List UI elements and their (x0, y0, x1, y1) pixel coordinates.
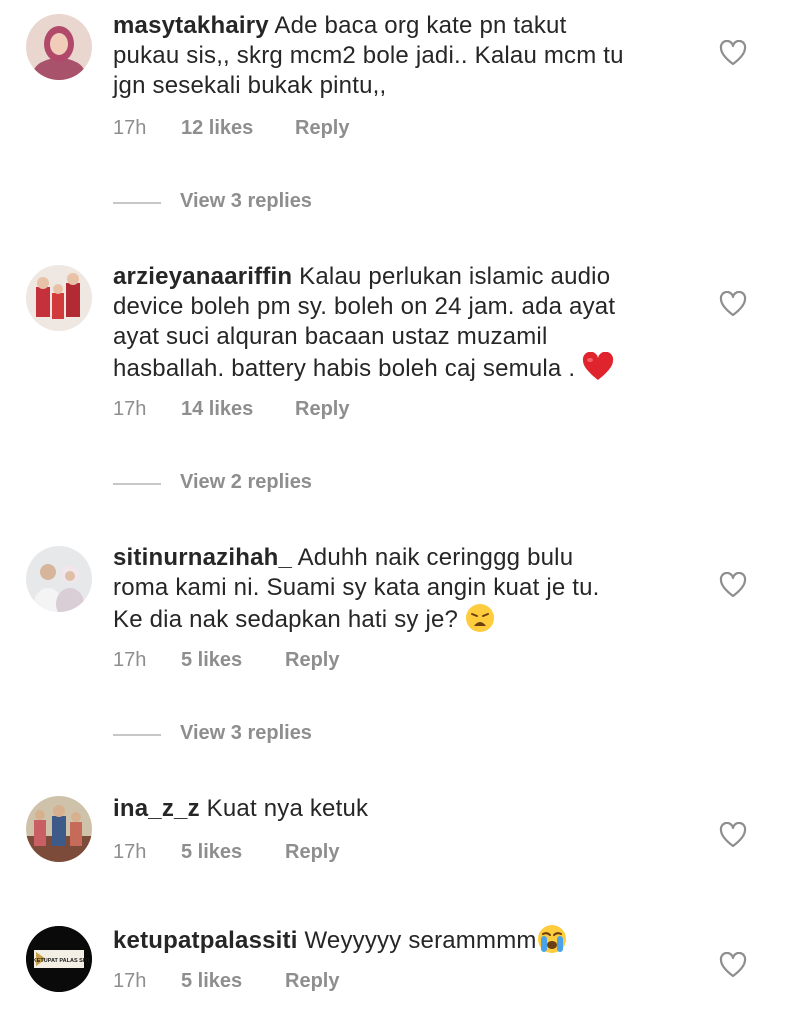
reply-button[interactable]: Reply (285, 841, 339, 864)
replies-divider (113, 734, 161, 736)
like-heart-icon[interactable] (719, 572, 747, 598)
red-heart-emoji (583, 352, 614, 380)
avatar[interactable] (26, 796, 92, 862)
avatar[interactable]: KETUPAT PALAS SITI (26, 926, 92, 992)
comment-username[interactable]: ketupatpalassiti (113, 927, 298, 954)
view-replies-label[interactable]: View 3 replies (180, 190, 312, 213)
avatar[interactable] (26, 265, 92, 331)
comment-line: device boleh pm sy. boleh on 24 jam. ada… (113, 293, 616, 320)
comment-line: roma kami ni. Suami sy kata angin kuat j… (113, 574, 600, 601)
likes-count[interactable]: 5 likes (181, 970, 242, 993)
comment-line: jgn sesekali bukak pintu,, (113, 72, 387, 99)
comment-text: ketupatpalassiti Weyyyyy serammmm (113, 924, 673, 956)
comment-line: Ade baca org kate pn takut (274, 12, 567, 39)
reply-button[interactable]: Reply (295, 117, 349, 140)
avatar[interactable] (26, 546, 92, 612)
comment-username[interactable]: sitinurnazihah_ (113, 544, 292, 571)
comment-text: ina_z_z Kuat nya ketuk (113, 794, 673, 824)
avatar[interactable] (26, 14, 92, 80)
comment-username[interactable]: arzieyanaariffin (113, 263, 292, 290)
comment-time: 17h (113, 398, 147, 420)
comment-time: 17h (113, 841, 147, 863)
comment-text: arzieyanaariffin Kalau perlukan islamic … (113, 262, 673, 384)
comment-text: masytakhairy Ade baca org kate pn takut … (113, 11, 673, 101)
likes-count[interactable]: 5 likes (181, 649, 242, 672)
comment-line: Ke dia nak sedapkan hati sy je? (113, 606, 459, 633)
like-heart-icon[interactable] (719, 40, 747, 66)
comment-username[interactable]: ina_z_z (113, 795, 200, 822)
comment-line: pukau sis,, skrg mcm2 bole jadi.. Kalau … (113, 42, 624, 69)
comment-time: 17h (113, 970, 147, 992)
comment-time: 17h (113, 649, 147, 671)
comment-line: ayat suci alquran bacaan ustaz muzamil (113, 323, 548, 350)
like-heart-icon[interactable] (719, 822, 747, 848)
avatar-logo-text: KETUPAT PALAS SITI (33, 958, 90, 964)
replies-divider (113, 483, 161, 485)
reply-button[interactable]: Reply (285, 649, 339, 672)
comment-line: Kalau perlukan islamic audio (299, 263, 611, 290)
replies-divider (113, 202, 161, 204)
crying-face-emoji (537, 925, 566, 953)
like-heart-icon[interactable] (719, 291, 747, 317)
reply-button[interactable]: Reply (285, 970, 339, 993)
comment-text: sitinurnazihah_ Aduhh naik ceringgg bulu… (113, 543, 673, 635)
comment-line: Kuat nya ketuk (206, 795, 369, 822)
likes-count[interactable]: 5 likes (181, 841, 242, 864)
comment-line: Weyyyyy serammmm (304, 927, 537, 954)
reply-button[interactable]: Reply (295, 398, 349, 421)
comment-line: Aduhh naik ceringgg bulu (297, 544, 574, 571)
like-heart-icon[interactable] (719, 952, 747, 978)
view-replies-label[interactable]: View 2 replies (180, 471, 312, 494)
likes-count[interactable]: 12 likes (181, 117, 253, 140)
comment-username[interactable]: masytakhairy (113, 12, 269, 39)
likes-count[interactable]: 14 likes (181, 398, 253, 421)
weary-face-emoji (465, 604, 494, 632)
comment-line: hasballah. battery habis boleh caj semul… (113, 355, 576, 382)
comment-time: 17h (113, 117, 147, 139)
view-replies-label[interactable]: View 3 replies (180, 722, 312, 745)
